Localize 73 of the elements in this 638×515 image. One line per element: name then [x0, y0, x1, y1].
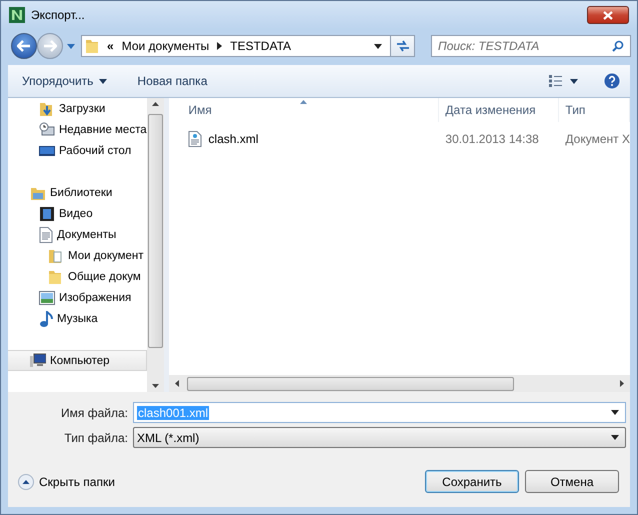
tree-item[interactable]: Недавние места [8, 119, 148, 140]
list-view-icon [549, 75, 562, 87]
xml-file-icon [188, 131, 202, 147]
history-dropdown-icon[interactable] [67, 44, 75, 48]
dropdown-arrow-icon[interactable] [611, 410, 619, 415]
tree-item[interactable]: Библиотеки [8, 182, 148, 203]
column-header[interactable]: Дата изменения [439, 98, 560, 122]
column-header[interactable]: Имя [169, 98, 440, 122]
image-icon [39, 290, 55, 304]
refresh-button[interactable] [391, 35, 415, 57]
table-cell-text: 30.01.2013 14:38 [444, 132, 540, 146]
tree-item[interactable]: Рабочий стол [8, 140, 148, 161]
dropdown-arrow-icon[interactable] [374, 44, 382, 48]
table-cell-text: Документ X [564, 132, 630, 146]
tree-item[interactable]: Документы [8, 224, 148, 245]
dropdown-arrow-icon [99, 78, 108, 84]
music-note-icon [39, 310, 53, 326]
download-folder-icon [39, 100, 55, 116]
tree-item[interactable]: Компьютер [8, 350, 148, 371]
app-icon [9, 7, 25, 23]
help-button[interactable] [604, 73, 620, 89]
search-field[interactable]: Поиск: TESTDATA [431, 35, 631, 57]
forward-arrow-icon [43, 40, 57, 52]
close-icon [603, 10, 613, 20]
tree-item[interactable]: Мои документ [8, 245, 148, 266]
horizontal-scrollbar[interactable] [169, 375, 630, 392]
window-title: Экспорт... [31, 8, 85, 22]
breadcrumb-arrow-icon[interactable] [217, 42, 222, 50]
view-button[interactable] [549, 75, 562, 87]
close-button[interactable] [587, 6, 629, 24]
dialog-button[interactable]: Отмена [525, 470, 619, 493]
recent-places-icon [39, 122, 55, 138]
field-label: Имя файла: [60, 406, 129, 420]
tree-item[interactable]: Загрузки [8, 98, 148, 119]
dropdown-arrow-icon[interactable] [611, 435, 619, 440]
search-icon [612, 40, 624, 52]
breadcrumb-item[interactable]: TESTDATA [230, 39, 292, 53]
document-folder-icon [48, 248, 64, 264]
film-icon [39, 206, 55, 222]
refresh-icon [396, 40, 410, 52]
back-button[interactable] [11, 33, 37, 59]
tree-item[interactable]: Музыка [8, 308, 148, 329]
hide-folders-button[interactable]: Скрыть папки [18, 474, 115, 490]
field-label: Тип файла: [63, 430, 129, 444]
file-name[interactable]: clash.xml [208, 132, 258, 146]
view-dropdown-icon[interactable] [570, 78, 578, 84]
column-header[interactable]: Тип [559, 98, 630, 122]
scroll-right-icon[interactable] [620, 380, 624, 387]
folder-icon [85, 38, 99, 54]
tree-item[interactable]: Видео [8, 203, 148, 224]
help-icon [604, 73, 620, 89]
forward-button[interactable] [37, 33, 63, 59]
computer-icon [30, 352, 46, 368]
scroll-up-icon[interactable] [152, 102, 160, 106]
scrollbar-thumb[interactable] [148, 114, 164, 348]
folder-icon [48, 268, 64, 284]
document-icon [39, 226, 53, 242]
file-type-dropdown[interactable]: XML (*.xml) [133, 427, 626, 448]
scroll-down-icon[interactable] [152, 384, 160, 388]
new-folder-button[interactable]: Новая папка [137, 74, 208, 88]
dialog-button[interactable]: Сохранить [425, 470, 519, 493]
organize-button[interactable]: Упорядочить [22, 74, 108, 88]
tree-item[interactable]: Общие докум [8, 266, 148, 287]
address-bar[interactable]: « Мои документы TESTDATA [81, 35, 391, 57]
breadcrumb-item[interactable]: Мои документы [122, 39, 210, 53]
back-arrow-icon [17, 40, 31, 52]
sort-arrow-icon [300, 100, 308, 104]
breadcrumb-overflow[interactable]: « [107, 39, 114, 53]
scrollbar-thumb[interactable] [187, 376, 514, 390]
scroll-left-icon[interactable] [175, 380, 180, 387]
vertical-scrollbar[interactable] [147, 98, 164, 392]
tree-item[interactable]: Изображения [8, 287, 148, 308]
collapse-icon [18, 474, 34, 490]
